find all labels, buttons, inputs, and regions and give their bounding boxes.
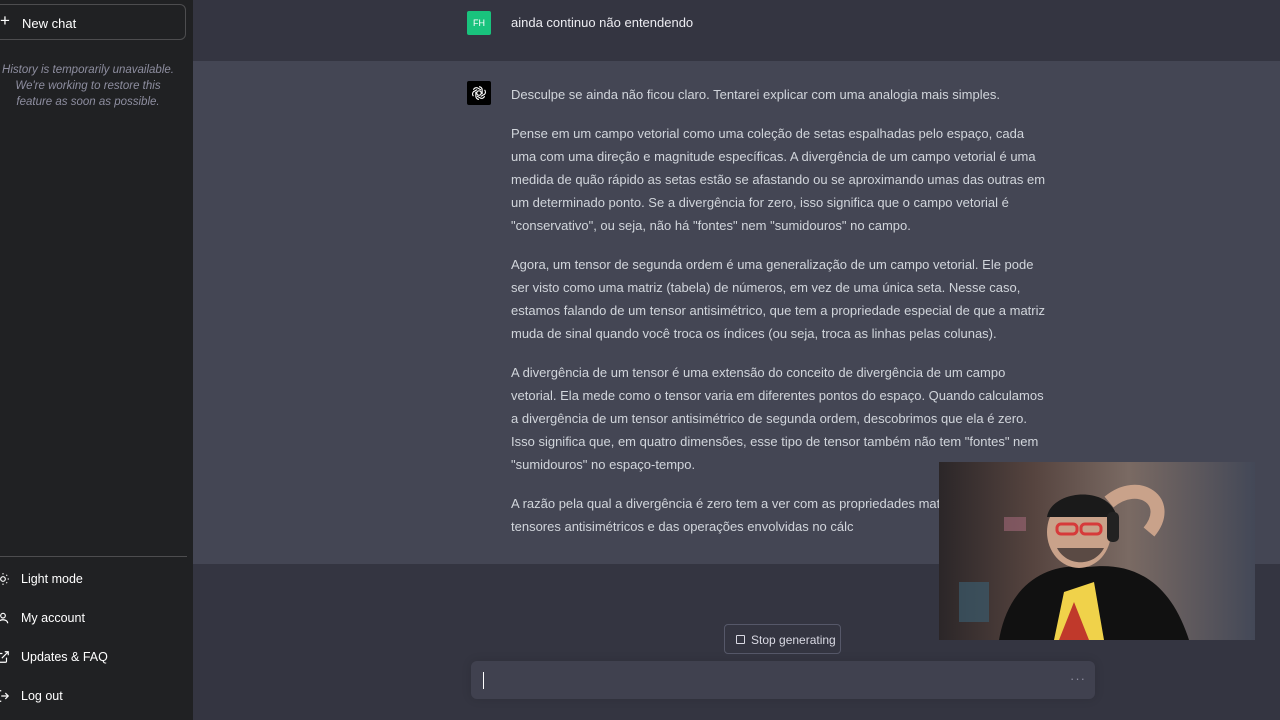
sidebar-item-log-out[interactable]: Log out	[0, 678, 187, 714]
sidebar-item-label: My account	[21, 611, 85, 625]
answer-paragraph: A divergência de um tensor é uma extensã…	[511, 365, 1044, 472]
sidebar-item-updates-faq[interactable]: Updates & FAQ	[0, 639, 187, 675]
sidebar-item-label: Light mode	[21, 572, 83, 586]
assistant-avatar	[467, 81, 491, 105]
openai-logo-icon	[471, 86, 487, 100]
history-unavailable-message: History is temporarily unavailable. We'r…	[2, 64, 174, 108]
stop-generating-label: Stop generating	[751, 633, 836, 647]
logout-icon	[0, 690, 10, 702]
user-message-text: ainda continuo não entendendo	[511, 15, 694, 30]
external-link-icon	[0, 651, 9, 663]
sidebar-item-light-mode[interactable]: Light mode	[0, 561, 187, 597]
user-icon	[0, 612, 9, 624]
user-avatar: FH	[467, 11, 491, 35]
sidebar-item-label: Updates & FAQ	[21, 650, 108, 664]
stop-generating-button[interactable]: Stop generating	[724, 624, 841, 654]
answer-paragraph: Pense em um campo vetorial como uma cole…	[511, 126, 1046, 233]
sidebar-item-label: Log out	[21, 689, 63, 703]
sidebar-divider	[0, 556, 187, 557]
sidebar-item-my-account[interactable]: My account	[0, 600, 187, 636]
plus-icon: +	[0, 11, 10, 30]
user-message-row	[193, 0, 1280, 61]
loading-dots-icon: ···	[1070, 671, 1086, 686]
streamer-video-frame	[939, 462, 1255, 640]
webcam-overlay	[939, 462, 1255, 640]
chat-input[interactable]: ···	[471, 661, 1095, 699]
answer-paragraph: Desculpe se ainda não ficou claro. Tenta…	[511, 87, 1000, 102]
text-caret	[483, 672, 484, 689]
new-chat-button[interactable]: + New chat	[0, 4, 186, 40]
new-chat-label: New chat	[22, 16, 77, 31]
sun-icon	[0, 573, 9, 585]
answer-paragraph: Agora, um tensor de segunda ordem é uma …	[511, 257, 1046, 341]
stop-square-icon	[736, 635, 745, 644]
sidebar: + New chat History is temporarily unavai…	[0, 0, 193, 720]
